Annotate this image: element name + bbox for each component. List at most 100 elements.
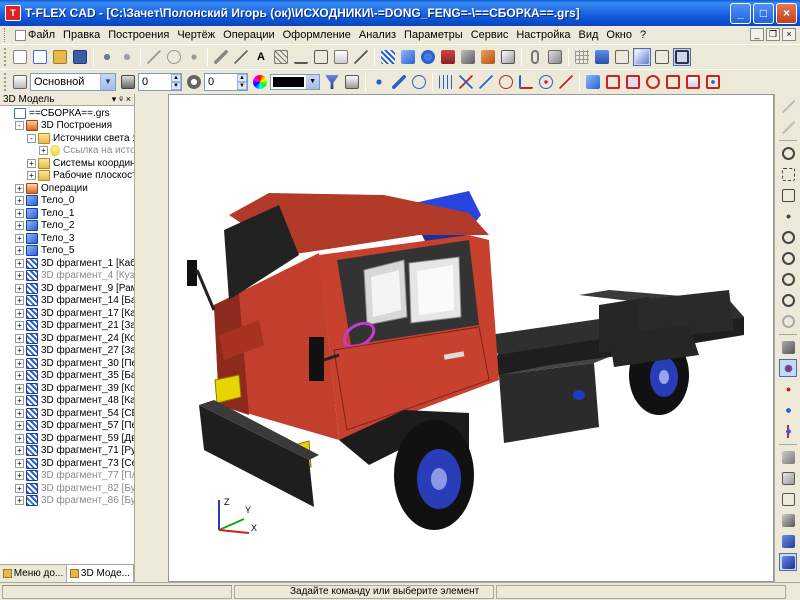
tree-item[interactable]: +3D фрагмент_82 [Будка. — [0, 482, 134, 495]
level-down-icon[interactable]: ▼ — [171, 82, 181, 90]
expand-icon[interactable]: + — [15, 321, 24, 331]
tree-item[interactable]: +3D фрагмент_39 [Колес — [0, 382, 134, 395]
tree-item[interactable]: + Рабочие плоскости — [0, 170, 134, 183]
2d-view-icon[interactable] — [653, 48, 671, 66]
shaded-icon[interactable] — [779, 469, 797, 487]
tree-item[interactable]: +3D фрагмент_59 [Дверц — [0, 432, 134, 445]
color-select[interactable]: ▼ — [270, 74, 320, 90]
expand-icon[interactable]: + — [15, 421, 24, 431]
zoom-fit-icon[interactable] — [779, 165, 797, 183]
check-all-icon[interactable] — [779, 118, 797, 136]
level-stepper[interactable]: 0 ▲ ▼ — [138, 73, 182, 91]
expand-icon[interactable]: + — [15, 208, 24, 218]
menu-item-9[interactable]: Настройка — [512, 29, 574, 41]
expand-icon[interactable]: + — [15, 483, 24, 493]
zoom-extents-icon[interactable] — [779, 186, 797, 204]
expand-icon[interactable]: + — [39, 146, 48, 156]
level-up-icon[interactable]: ▲ — [171, 74, 181, 82]
mdi-restore-button[interactable]: ❐ — [766, 28, 780, 41]
expand-icon[interactable]: + — [27, 171, 36, 181]
expand-icon[interactable]: + — [15, 471, 24, 481]
tree-item[interactable]: +3D фрагмент_21 [Задни — [0, 320, 134, 333]
expand-icon[interactable]: + — [15, 408, 24, 418]
tree-item[interactable]: +3D фрагмент_73 [Седло — [0, 457, 134, 470]
expand-icon[interactable]: + — [15, 383, 24, 393]
camera-icon[interactable] — [779, 380, 797, 398]
expand-icon[interactable]: + — [15, 221, 24, 231]
tree-item[interactable]: + Системы координат — [0, 157, 134, 170]
redo-icon[interactable] — [118, 48, 136, 66]
new-file-icon[interactable] — [11, 48, 29, 66]
tree-item[interactable]: - Источники света : 1 — [0, 132, 134, 145]
panel-close-icon[interactable]: × — [126, 94, 131, 105]
shaded-edges-icon[interactable] — [779, 532, 797, 550]
truck-model[interactable]: Z Y X — [169, 95, 774, 582]
tree-item[interactable]: +3D фрагмент_77 [Платф — [0, 470, 134, 483]
minimize-button[interactable]: _ — [730, 2, 751, 24]
tree-item[interactable]: + Ссылка на источ — [0, 145, 134, 158]
layers-icon[interactable] — [593, 48, 611, 66]
panel-tab-1[interactable]: 3D Моде... — [67, 565, 134, 582]
expand-icon[interactable]: + — [15, 196, 24, 206]
panel-pin-icon[interactable]: ᵍ — [119, 94, 122, 105]
expand-icon[interactable]: + — [15, 271, 24, 281]
tree-item[interactable]: - 3D Построения — [0, 120, 134, 133]
mdi-close-button[interactable]: × — [782, 28, 796, 41]
material-icon[interactable] — [546, 48, 564, 66]
tree-item[interactable]: +3D фрагмент_9 [Рама.g — [0, 282, 134, 295]
expand-icon[interactable]: + — [15, 233, 24, 243]
shell-icon[interactable] — [499, 48, 517, 66]
snap-3d-center-icon[interactable] — [644, 73, 662, 91]
tree-item[interactable]: +3D фрагмент_57 [Перед — [0, 420, 134, 433]
section-icon[interactable] — [779, 422, 797, 440]
dimension-icon[interactable] — [292, 48, 310, 66]
snap-node-icon[interactable] — [370, 73, 388, 91]
zoom-realtime-icon[interactable] — [779, 228, 797, 246]
realistic-icon[interactable] — [779, 553, 797, 571]
filter-icon[interactable] — [323, 73, 341, 91]
tree-item[interactable]: +3D фрагмент_4 [Кузов.g — [0, 270, 134, 283]
perspective-icon[interactable] — [779, 448, 797, 466]
grid-icon[interactable] — [573, 48, 591, 66]
layer-select[interactable]: Основной ▼ — [30, 73, 116, 91]
tree-item[interactable]: + Тело_2 — [0, 220, 134, 233]
graphic-line-icon[interactable] — [232, 48, 250, 66]
expand-icon[interactable]: + — [15, 496, 24, 506]
tree-item[interactable]: +3D фрагмент_54 [СБОРІ — [0, 407, 134, 420]
expand-icon[interactable]: + — [15, 183, 24, 193]
check-icon[interactable] — [779, 97, 797, 115]
tree-item[interactable]: ==СБОРКА==.grs — [0, 107, 134, 120]
extrude-icon[interactable] — [399, 48, 417, 66]
tree-item[interactable]: +3D фрагмент_27 [Задни — [0, 345, 134, 358]
snap-quadrant-icon[interactable] — [537, 73, 555, 91]
mdi-minimize-button[interactable]: _ — [750, 28, 764, 41]
priority-stepper[interactable]: 0 ▲ ▼ — [204, 73, 248, 91]
snap-center-icon[interactable] — [410, 73, 428, 91]
panel-tab-0[interactable]: Меню до... — [0, 565, 68, 582]
tree-item[interactable]: +3D фрагмент_1 [Кабина — [0, 257, 134, 270]
expand-icon[interactable]: + — [15, 346, 24, 356]
node-icon[interactable] — [185, 48, 203, 66]
expand-icon[interactable]: + — [15, 246, 24, 256]
tree-item[interactable]: +3D фрагмент_86 [Будка — [0, 495, 134, 508]
expand-icon[interactable]: + — [15, 258, 24, 268]
menu-item-6[interactable]: Анализ — [355, 29, 400, 41]
tree-item[interactable]: + Тело_1 — [0, 207, 134, 220]
light-icon[interactable] — [779, 401, 797, 419]
split-view-icon[interactable] — [673, 48, 691, 66]
tree-item[interactable]: + Тело_3 — [0, 232, 134, 245]
loft-icon[interactable] — [439, 48, 457, 66]
collapse-icon[interactable]: - — [15, 121, 24, 131]
tree-item[interactable]: +3D фрагмент_17 [Касет — [0, 307, 134, 320]
expand-icon[interactable]: + — [15, 458, 24, 468]
snap-endpoint-icon[interactable] — [390, 73, 408, 91]
tree-item[interactable]: +3D фрагмент_30 [Перед — [0, 357, 134, 370]
expand-icon[interactable]: + — [27, 158, 36, 168]
expand-icon[interactable]: + — [15, 296, 24, 306]
menu-item-12[interactable]: ? — [636, 29, 650, 41]
sketch-icon[interactable] — [212, 48, 230, 66]
rotate-icon[interactable] — [419, 48, 437, 66]
expand-icon[interactable]: + — [15, 358, 24, 368]
render-icon[interactable] — [779, 338, 797, 356]
3d-viewport[interactable]: Z Y X — [168, 94, 774, 582]
